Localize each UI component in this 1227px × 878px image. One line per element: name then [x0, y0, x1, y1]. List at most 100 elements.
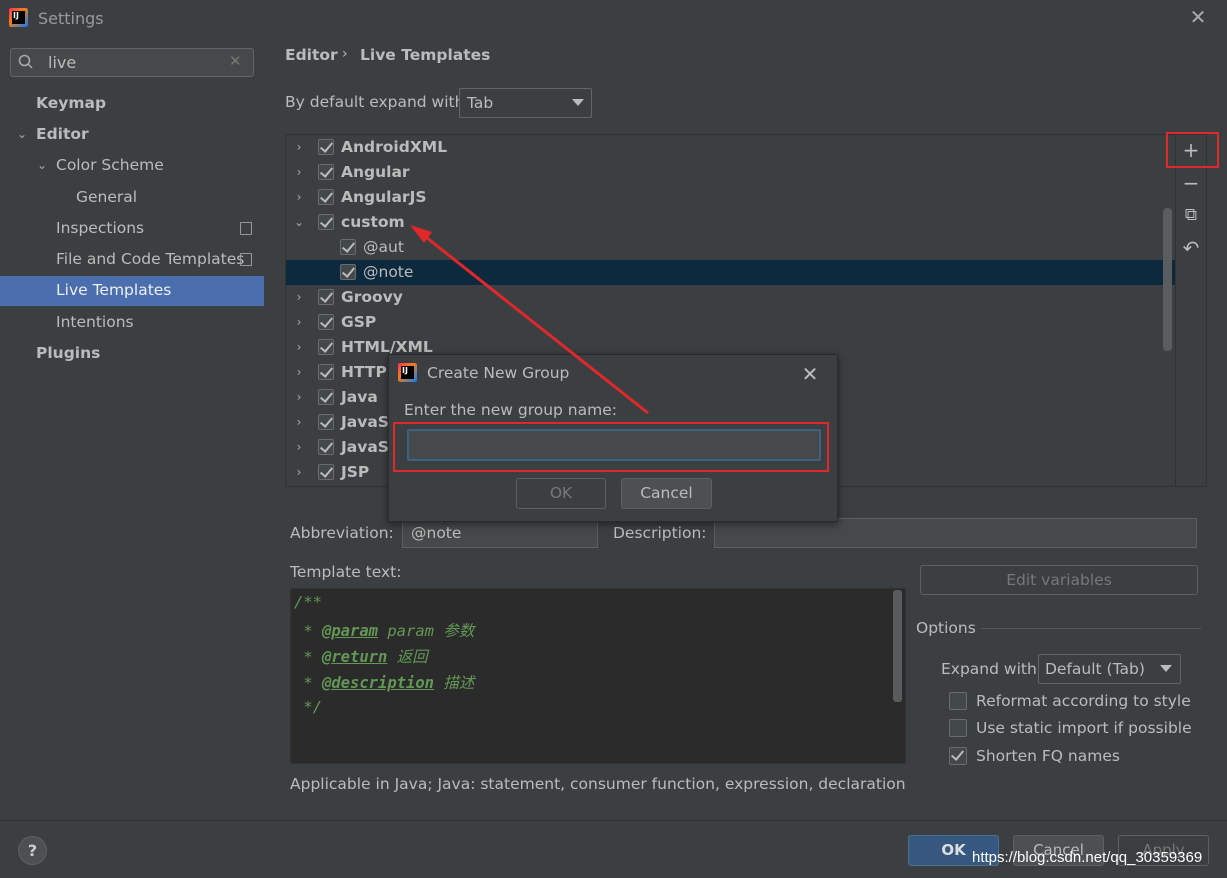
tree-group-row[interactable]: › Groovy [292, 284, 403, 309]
duplicate-icon[interactable]: ⧉ [1181, 205, 1201, 225]
breadcrumb-editor[interactable]: Editor [285, 46, 338, 64]
sidebar-item-intentions[interactable]: Intentions [56, 313, 134, 331]
chevron-right-icon[interactable]: › [292, 415, 306, 429]
sidebar-item-color-scheme[interactable]: Color Scheme [56, 156, 164, 174]
template-text-label: Template text: [290, 563, 402, 581]
chevron-right-icon[interactable]: › [292, 390, 306, 404]
tree-group-row[interactable]: › GSP [292, 309, 377, 334]
sidebar-item-plugins[interactable]: Plugins [36, 344, 100, 362]
chevron-right-icon[interactable]: › [292, 315, 306, 329]
tree-group-label: Java [341, 387, 378, 406]
group-checkbox[interactable] [318, 363, 334, 380]
tree-template-label: @aut [363, 237, 404, 256]
group-name-highlight-box [393, 422, 829, 472]
tree-group-row[interactable]: › AngularJS [292, 184, 427, 209]
chevron-right-icon[interactable]: › [292, 440, 306, 454]
dialog-ok-button[interactable]: OK [516, 478, 606, 509]
static-import-label: Use static import if possible [976, 719, 1192, 737]
sidebar-item-live-templates[interactable]: Live Templates [56, 281, 171, 299]
group-checkbox[interactable] [318, 388, 334, 405]
tree-group-row[interactable]: › JavaSc [292, 434, 399, 459]
group-checkbox[interactable] [318, 288, 334, 305]
options-divider [981, 628, 1201, 629]
reformat-option[interactable]: Reformat according to style [949, 692, 1191, 710]
chevron-right-icon[interactable]: › [292, 290, 306, 304]
help-button[interactable]: ? [18, 836, 47, 865]
chevron-right-icon[interactable]: › [292, 165, 306, 179]
static-import-option[interactable]: Use static import if possible [949, 719, 1192, 737]
abbreviation-label: Abbreviation: [290, 524, 394, 542]
close-window-icon[interactable]: ✕ [1188, 7, 1208, 27]
tree-group-row[interactable]: › JSP [292, 459, 370, 484]
shorten-fq-checkbox[interactable] [949, 747, 967, 765]
tree-group-row[interactable]: › JavaSc [292, 409, 399, 434]
chevron-down-icon[interactable]: ⌄ [37, 158, 47, 172]
chevron-down-icon[interactable]: ⌄ [292, 215, 306, 229]
project-settings-icon [240, 253, 252, 266]
revert-icon[interactable]: ↶ [1181, 238, 1201, 258]
group-checkbox[interactable] [318, 438, 334, 455]
group-checkbox[interactable] [318, 413, 334, 430]
template-text-editor[interactable]: /** * @param param 参数 * @return 返回 * @de… [290, 588, 906, 764]
description-input[interactable] [714, 518, 1197, 548]
sidebar-item-general[interactable]: General [76, 188, 137, 206]
settings-search-input[interactable] [48, 52, 218, 73]
group-checkbox[interactable] [318, 213, 334, 230]
group-checkbox[interactable] [318, 463, 334, 480]
description-label: Description: [613, 524, 707, 542]
chevron-down-icon[interactable]: ⌄ [17, 127, 27, 141]
group-checkbox[interactable] [318, 163, 334, 180]
tree-group-row[interactable]: › Angular [292, 159, 410, 184]
title-bar [0, 0, 1227, 36]
tree-template-row[interactable]: @note [340, 259, 413, 284]
template-checkbox[interactable] [340, 263, 356, 280]
tree-scrollbar[interactable] [1163, 208, 1172, 351]
project-settings-icon [240, 222, 252, 235]
edit-variables-button[interactable]: Edit variables [920, 565, 1198, 595]
reformat-checkbox[interactable] [949, 692, 967, 710]
static-import-checkbox[interactable] [949, 719, 967, 737]
abbreviation-input[interactable] [402, 518, 598, 548]
add-button-highlight-box [1166, 132, 1219, 168]
tree-template-label: @note [363, 262, 414, 281]
shorten-fq-option[interactable]: Shorten FQ names [949, 747, 1120, 765]
tree-group-label: HTML/XML [341, 337, 433, 356]
sidebar-item-editor[interactable]: Editor [36, 125, 89, 143]
remove-icon[interactable]: − [1181, 173, 1201, 193]
close-icon[interactable]: ✕ [800, 362, 820, 386]
group-checkbox[interactable] [318, 338, 334, 355]
sidebar-item-keymap[interactable]: Keymap [36, 94, 106, 112]
chevron-right-icon[interactable]: › [292, 190, 306, 204]
group-checkbox[interactable] [318, 188, 334, 205]
group-checkbox[interactable] [318, 138, 334, 155]
group-checkbox[interactable] [318, 313, 334, 330]
tree-group-label: custom [341, 212, 405, 231]
dropdown-arrow-icon [572, 99, 584, 106]
template-checkbox[interactable] [340, 238, 356, 255]
watermark-text: https://blog.csdn.net/qq_30359369 [972, 849, 1203, 866]
sidebar-item-file-code-templates[interactable]: File and Code Templates [56, 250, 244, 268]
code-line: */ [294, 698, 322, 716]
code-line: /** [294, 593, 322, 611]
tree-template-row[interactable]: @aut [340, 234, 404, 259]
intellij-app-icon: IJ [9, 8, 28, 27]
chevron-right-icon[interactable]: › [292, 465, 306, 479]
tree-group-row[interactable]: › Java [292, 384, 378, 409]
tree-group-row[interactable]: › AndroidXML [292, 134, 447, 159]
chevron-right-icon[interactable]: › [292, 340, 306, 354]
editor-scrollbar[interactable] [893, 590, 902, 702]
tree-group-row[interactable]: ⌄ custom [292, 209, 405, 234]
default-expand-value: Tab [467, 94, 494, 112]
code-line: * @return 返回 [294, 648, 428, 666]
tree-group-row[interactable]: › HTTP I [292, 359, 398, 384]
dropdown-arrow-icon [1160, 665, 1172, 672]
expand-with-label: Expand with [941, 660, 1037, 678]
tree-group-label: GSP [341, 312, 377, 331]
applicable-contexts-text[interactable]: Applicable in Java; Java: statement, con… [290, 775, 906, 793]
dialog-cancel-button[interactable]: Cancel [621, 478, 712, 509]
chevron-right-icon[interactable]: › [292, 365, 306, 379]
sidebar-item-inspections[interactable]: Inspections [56, 219, 144, 237]
chevron-right-icon[interactable]: › [292, 140, 306, 154]
clear-search-icon[interactable]: ✕ [229, 52, 242, 70]
tree-group-label: AndroidXML [341, 137, 448, 156]
